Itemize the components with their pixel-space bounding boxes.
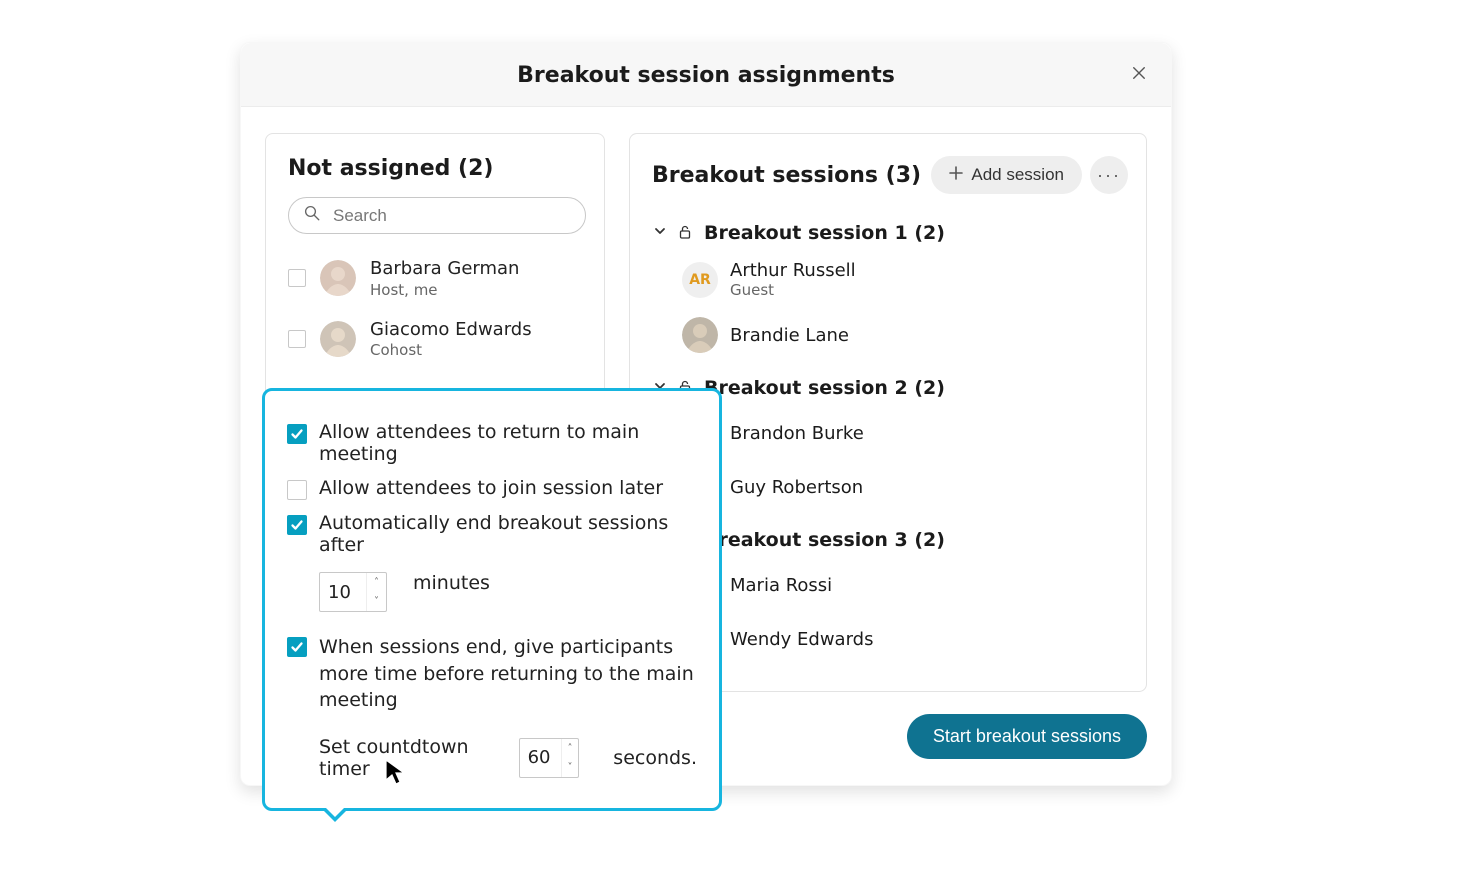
member-name: Wendy Edwards xyxy=(730,629,873,650)
session-member[interactable]: Wendy Edwards xyxy=(682,615,1128,669)
avatar xyxy=(320,321,356,357)
session-header[interactable]: Breakout session 1 (2) xyxy=(652,216,1128,254)
person-checkbox[interactable] xyxy=(288,269,306,287)
dialog-header: Breakout session assignments xyxy=(241,43,1171,107)
more-options-button[interactable]: ··· xyxy=(1090,156,1128,194)
session-member[interactable]: Guy Robertson xyxy=(682,463,1128,517)
minutes-value[interactable]: 10 xyxy=(320,573,366,611)
dialog-title: Breakout session assignments xyxy=(517,63,895,88)
start-sessions-button[interactable]: Start breakout sessions xyxy=(907,714,1147,759)
close-icon xyxy=(1132,67,1146,84)
person-role: Cohost xyxy=(370,341,532,359)
session-member[interactable]: Maria Rossi xyxy=(682,561,1128,615)
session-header[interactable]: Breakout session 2 (2) xyxy=(652,371,1128,409)
option-label: When sessions end, give participants mor… xyxy=(319,634,697,714)
countdown-label: Set countdtown timer xyxy=(319,736,503,780)
unassigned-person[interactable]: Giacomo Edwards Cohost xyxy=(288,313,586,374)
settings-popover: Allow attendees to return to main meetin… xyxy=(262,388,722,811)
member-name: Arthur Russell xyxy=(730,260,856,281)
option-label: Automatically end breakout sessions afte… xyxy=(319,512,697,556)
seconds-value[interactable]: 60 xyxy=(520,739,561,777)
option-label: Allow attendees to join session later xyxy=(319,477,663,499)
seconds-unit: seconds. xyxy=(613,747,697,769)
close-button[interactable] xyxy=(1121,57,1157,93)
seconds-stepper[interactable]: 60 ˄ ˅ xyxy=(519,738,580,778)
more-icon: ··· xyxy=(1097,165,1121,186)
search-input[interactable] xyxy=(331,205,571,227)
session-name: Breakout session 1 (2) xyxy=(704,222,945,244)
minutes-stepper[interactable]: 10 ˄ ˅ xyxy=(319,572,387,612)
checkbox-on-icon[interactable] xyxy=(287,637,307,657)
plus-icon xyxy=(949,165,963,185)
avatar xyxy=(682,317,718,353)
mouse-cursor-icon xyxy=(384,758,408,791)
option-join-later[interactable]: Allow attendees to join session later xyxy=(287,471,697,506)
start-sessions-label: Start breakout sessions xyxy=(933,726,1121,746)
session-member[interactable]: AR Arthur Russell Guest xyxy=(682,254,1128,311)
stepper-up-icon[interactable]: ˄ xyxy=(367,573,386,592)
not-assigned-title: Not assigned (2) xyxy=(288,156,586,181)
option-return-main[interactable]: Allow attendees to return to main meetin… xyxy=(287,415,697,471)
stepper-up-icon[interactable]: ˄ xyxy=(562,739,579,758)
option-label: Allow attendees to return to main meetin… xyxy=(319,421,697,465)
search-icon xyxy=(303,204,321,227)
session-member[interactable]: Brandie Lane xyxy=(682,311,1128,365)
countdown-row: Set countdtown timer 60 ˄ ˅ seconds. xyxy=(287,730,697,786)
member-name: Brandie Lane xyxy=(730,325,849,346)
minutes-unit: minutes xyxy=(413,572,490,594)
session-name: Breakout session 3 (2) xyxy=(704,529,945,551)
person-role: Host, me xyxy=(370,281,519,299)
chevron-down-icon xyxy=(652,224,668,242)
person-name: Barbara German xyxy=(370,258,519,281)
session-name: Breakout session 2 (2) xyxy=(704,377,945,399)
member-role: Guest xyxy=(730,281,856,299)
avatar-initials: AR xyxy=(682,262,718,298)
unlock-icon xyxy=(678,222,694,244)
person-checkbox[interactable] xyxy=(288,330,306,348)
search-field[interactable] xyxy=(288,197,586,234)
member-name: Maria Rossi xyxy=(730,575,832,596)
sessions-title: Breakout sessions (3) xyxy=(652,163,923,188)
session-member[interactable]: Brandon Burke xyxy=(682,409,1128,463)
person-name: Giacomo Edwards xyxy=(370,319,532,342)
checkbox-on-icon[interactable] xyxy=(287,424,307,444)
unassigned-person[interactable]: Barbara German Host, me xyxy=(288,252,586,313)
member-name: Brandon Burke xyxy=(730,423,864,444)
stepper-down-icon[interactable]: ˅ xyxy=(562,758,579,777)
session-header[interactable]: Breakout session 3 (2) xyxy=(652,523,1128,561)
checkbox-off-icon[interactable] xyxy=(287,480,307,500)
add-session-button[interactable]: Add session xyxy=(931,156,1082,194)
checkbox-on-icon[interactable] xyxy=(287,515,307,535)
add-session-label: Add session xyxy=(971,165,1064,185)
avatar xyxy=(320,260,356,296)
option-auto-end[interactable]: Automatically end breakout sessions afte… xyxy=(287,506,697,562)
stepper-down-icon[interactable]: ˅ xyxy=(367,592,386,611)
auto-end-minutes-row: 10 ˄ ˅ minutes xyxy=(287,566,697,618)
member-name: Guy Robertson xyxy=(730,477,863,498)
option-countdown[interactable]: When sessions end, give participants mor… xyxy=(287,628,697,720)
